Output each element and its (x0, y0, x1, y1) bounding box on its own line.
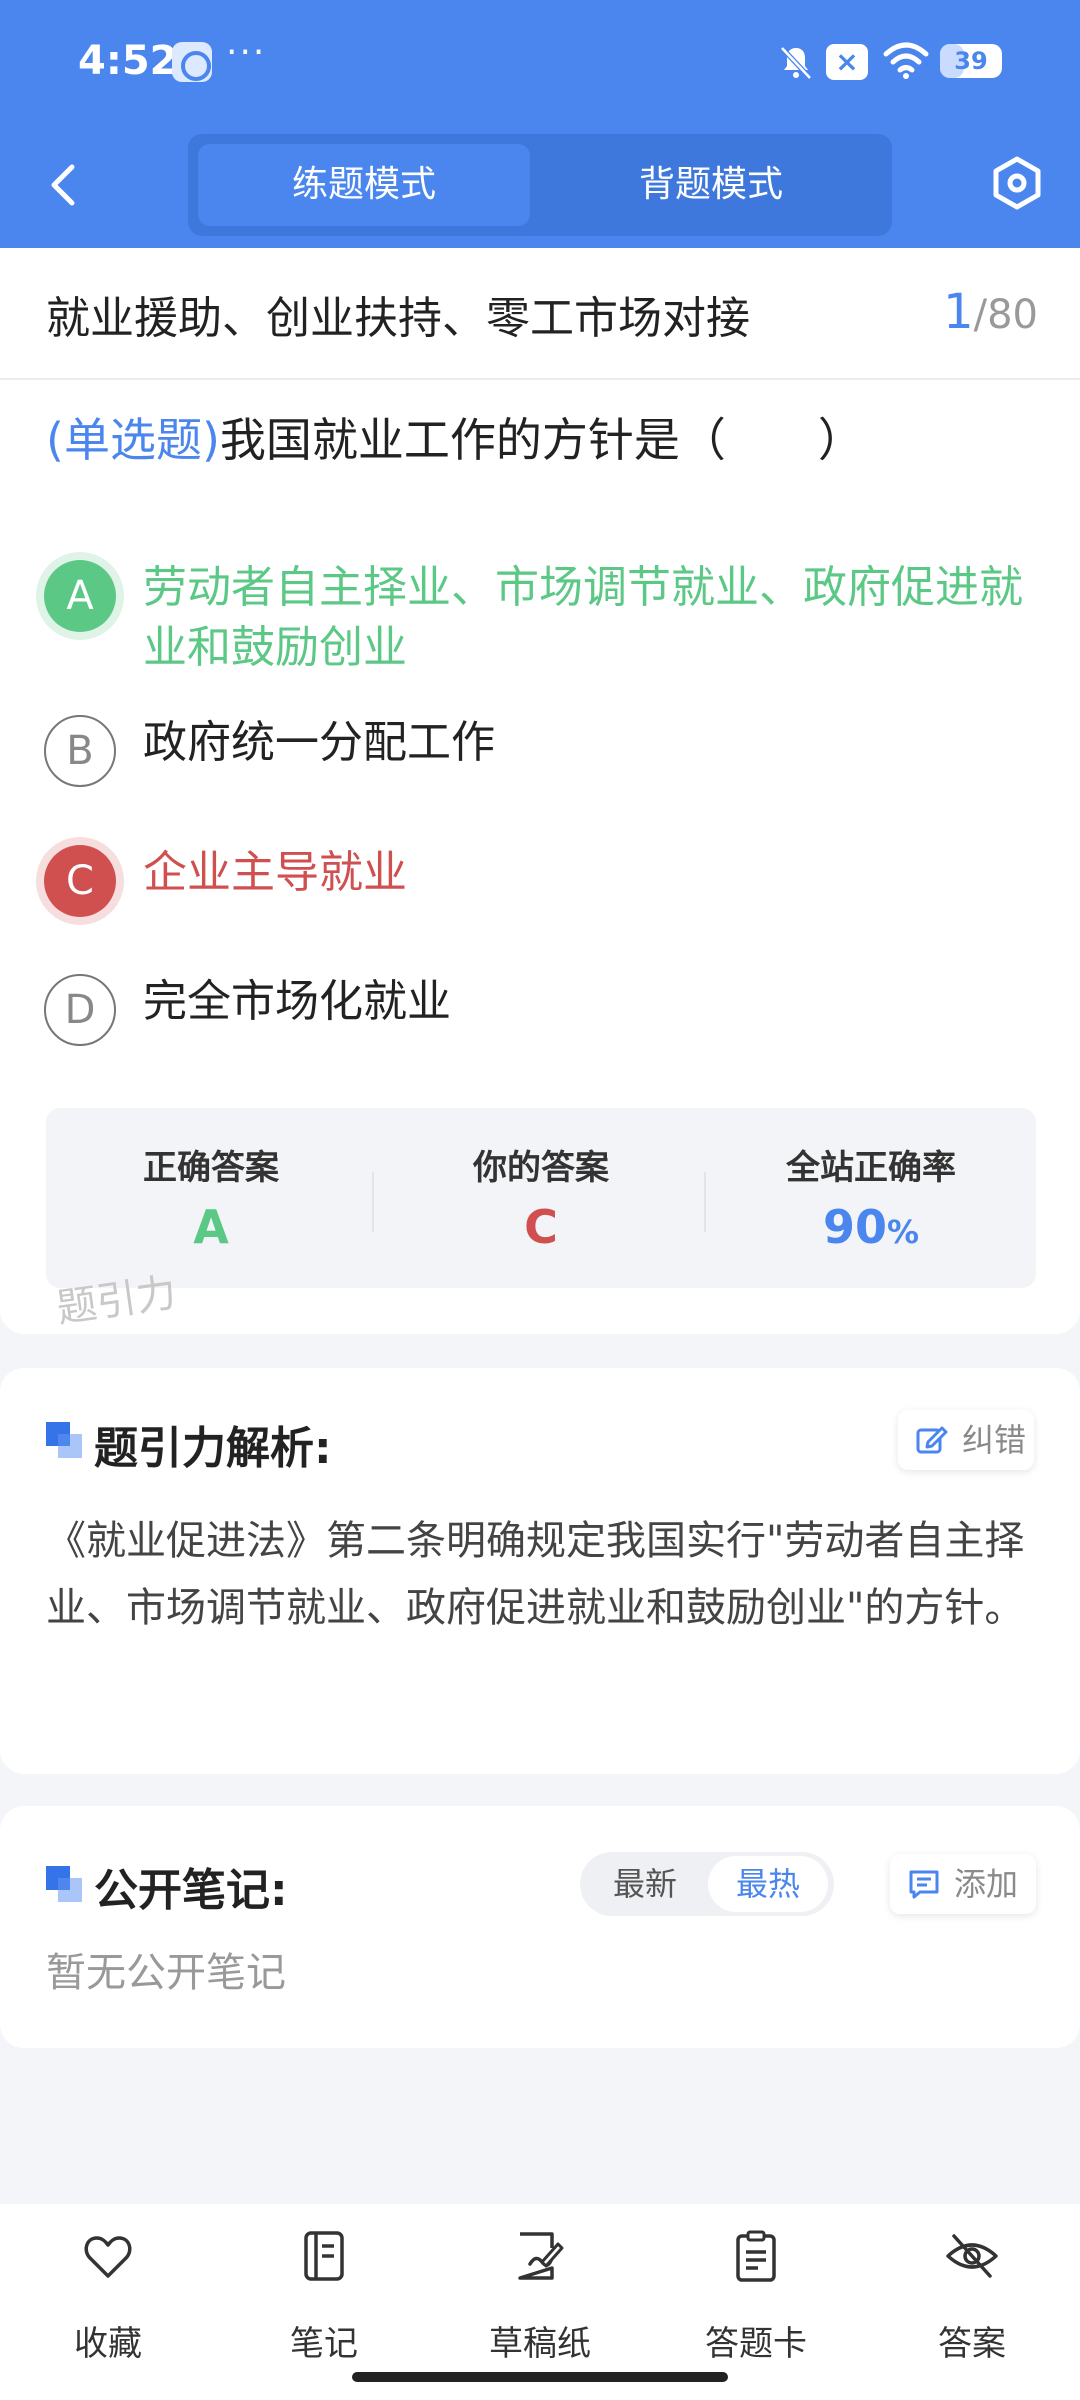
answer-sheet-icon (736, 2230, 776, 2282)
report-error-label: 纠错 (962, 1421, 1027, 1459)
question-stem: 我国就业工作的方针是（ ） (219, 413, 864, 467)
bell-muted-icon (780, 46, 812, 80)
home-indicator[interactable] (352, 2372, 728, 2382)
analysis-section-icon (46, 1422, 82, 1458)
tab-notes-label: 笔记 (290, 2324, 358, 2364)
tab-draft-paper-label: 草稿纸 (489, 2324, 591, 2364)
report-error-button[interactable]: 纠错 (898, 1410, 1034, 1470)
progress-total: /80 (973, 292, 1038, 338)
your-answer-value: C (524, 1200, 558, 1254)
site-accuracy-label: 全站正确率 (786, 1148, 956, 1188)
analysis-title: 题引力解析: (94, 1423, 332, 1474)
option-a[interactable]: A 劳动者自主择业、市场调节就业、政府促进就业和鼓励创业 (40, 560, 1040, 680)
bottom-tab-bar: 收藏 笔记 草稿纸 答题卡 答案 (0, 2204, 1080, 2400)
notebook-icon (304, 2231, 344, 2281)
tab-favorite-label: 收藏 (74, 2324, 142, 2364)
option-b[interactable]: B 政府统一分配工作 (40, 715, 1040, 787)
option-c-text: 企业主导就业 (143, 847, 407, 898)
option-d[interactable]: D 完全市场化就业 (40, 974, 1040, 1046)
stat-your-answer: 你的答案 C (376, 1108, 706, 1288)
back-arrow-icon[interactable] (40, 155, 90, 215)
correct-answer-value: A (193, 1200, 229, 1254)
option-a-letter: A (44, 560, 116, 632)
eye-off-icon (946, 2234, 998, 2278)
tab-answer-label: 答案 (938, 2324, 1006, 2364)
option-b-text: 政府统一分配工作 (143, 717, 495, 768)
option-d-text: 完全市场化就业 (143, 976, 451, 1027)
sort-newest[interactable]: 最新 (586, 1856, 704, 1912)
stat-divider (372, 1172, 374, 1232)
tab-draft-paper[interactable]: 草稿纸 (432, 2224, 648, 2374)
sort-hottest[interactable]: 最热 (708, 1856, 828, 1912)
no-notes-text: 暂无公开笔记 (46, 1950, 286, 1996)
add-note-label: 添加 (954, 1865, 1019, 1903)
heart-icon (84, 2236, 132, 2278)
app-notification-icon (172, 42, 212, 82)
site-accuracy-unit: % (886, 1213, 920, 1251)
notes-sort-switcher: 最新 最热 (580, 1852, 834, 1916)
notes-card (0, 1806, 1080, 2048)
question-progress: 1/80 (943, 284, 1038, 340)
analysis-text: 《就业促进法》第二条明确规定我国实行"劳动者自主择业、市场调节就业、政府促进就业… (46, 1518, 1025, 1631)
draft-paper-icon (518, 2232, 564, 2280)
correct-answer-label: 正确答案 (143, 1148, 279, 1188)
battery-percent: 39 (954, 47, 988, 75)
notes-title: 公开笔记: (94, 1865, 288, 1916)
question-type: (单选题) (46, 413, 220, 467)
stat-site-accuracy: 全站正确率 90% (706, 1108, 1036, 1288)
settings-hexagon-icon[interactable] (988, 154, 1046, 212)
stat-correct-answer: 正确答案 A (46, 1108, 376, 1288)
battery-icon: 39 (940, 44, 1002, 78)
option-d-letter: D (44, 974, 116, 1046)
tab-practice-mode[interactable]: 练题模式 (198, 144, 530, 226)
status-bar: 4:52 ··· × 39 (0, 0, 1080, 124)
tab-notes[interactable]: 笔记 (216, 2224, 432, 2374)
chapter-title: 就业援助、创业扶持、零工市场对接 (46, 293, 750, 344)
top-bar: 4:52 ··· × 39 练题模式 背题模式 (0, 0, 1080, 248)
question-text: (单选题)我国就业工作的方针是（ ） (46, 410, 1036, 470)
tab-answer-sheet[interactable]: 答题卡 (648, 2224, 864, 2374)
option-c-letter: C (44, 845, 116, 917)
wifi-icon (883, 42, 929, 79)
progress-current: 1 (943, 284, 974, 340)
divider (0, 378, 1080, 380)
your-answer-label: 你的答案 (473, 1148, 609, 1188)
more-notifications-icon: ··· (226, 32, 267, 73)
site-accuracy-number: 90 (822, 1200, 887, 1254)
option-c[interactable]: C 企业主导就业 (40, 845, 1040, 917)
mode-switcher: 练题模式 背题模式 (188, 134, 892, 236)
option-a-text: 劳动者自主择业、市场调节就业、政府促进就业和鼓励创业 (143, 562, 1023, 673)
notes-section-icon (46, 1866, 82, 1902)
answer-stats: 正确答案 A 你的答案 C 全站正确率 90% (46, 1108, 1036, 1288)
tab-answer[interactable]: 答案 (864, 2224, 1080, 2374)
comment-icon (909, 1870, 939, 1899)
site-accuracy-value: 90% (706, 1200, 1036, 1254)
add-note-button[interactable]: 添加 (890, 1854, 1036, 1914)
close-badge-icon: × (826, 44, 868, 80)
tab-answer-sheet-label: 答题卡 (705, 2324, 807, 2364)
option-b-letter: B (44, 715, 116, 787)
status-time: 4:52 (78, 38, 178, 84)
tab-memorize-mode[interactable]: 背题模式 (540, 144, 882, 226)
tab-favorite[interactable]: 收藏 (0, 2224, 216, 2374)
edit-icon (916, 1426, 948, 1454)
